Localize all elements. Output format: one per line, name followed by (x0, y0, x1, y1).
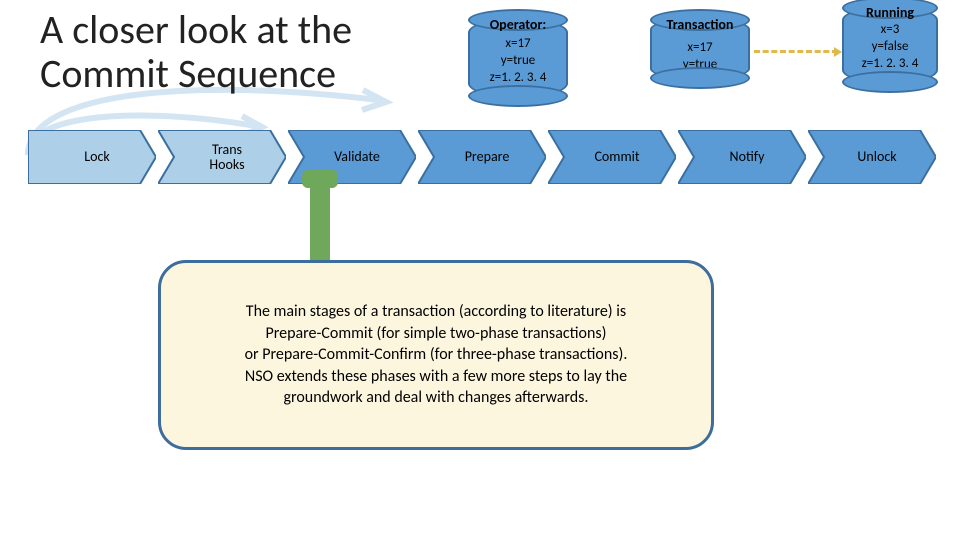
step-label: Lock (64, 149, 120, 164)
transaction-cylinder: Transaction x=17 y=true (650, 18, 750, 80)
step-notify: Notify (678, 130, 806, 184)
step-trans-hooks: Trans Hooks (158, 130, 286, 184)
step-lock: Lock (28, 130, 156, 184)
step-unlock: Unlock (808, 130, 936, 184)
operator-values: x=17 y=true z=1. 2. 3. 4 (470, 36, 566, 87)
running-values: x=3 y=false z=1. 2. 3. 4 (844, 22, 936, 73)
info-callout: The main stages of a transaction (accord… (158, 260, 714, 450)
step-label: Notify (710, 149, 775, 164)
operator-label: Operator: (470, 16, 566, 33)
operator-cylinder: Operator: x=17 y=true z=1. 2. 3. 4 (468, 18, 568, 98)
callout-connector (310, 178, 330, 264)
step-prepare: Prepare (418, 130, 546, 184)
commit-sequence-steps: Lock Trans Hooks Validate Prepare Commit Noti… (28, 130, 936, 184)
step-commit: Commit (548, 130, 676, 184)
running-cylinder: Running x=3 y=false z=1. 2. 3. 4 (842, 6, 938, 84)
callout-text: The main stages of a transaction (accord… (245, 301, 628, 409)
dashed-connector (754, 50, 838, 53)
step-label: Prepare (445, 149, 520, 164)
slide-title: A closer look at the Commit Sequence (40, 8, 352, 96)
step-label: Validate (314, 149, 390, 164)
step-label: Commit (574, 149, 649, 164)
running-label: Running (844, 4, 936, 21)
step-label: Unlock (837, 149, 906, 164)
step-label: Trans Hooks (189, 142, 254, 173)
transaction-label: Transaction (652, 16, 748, 33)
